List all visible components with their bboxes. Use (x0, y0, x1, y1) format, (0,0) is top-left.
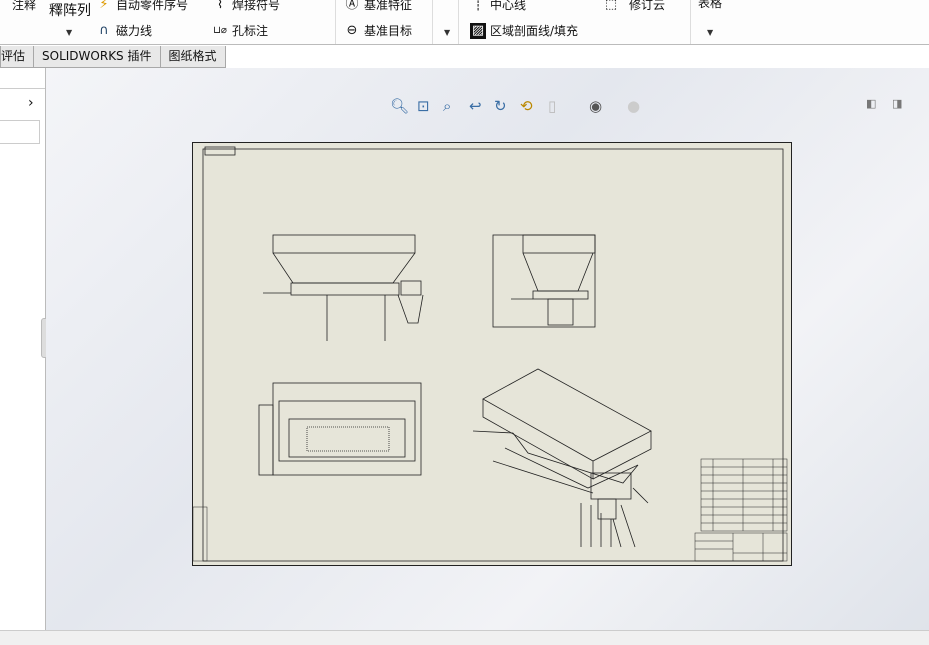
next-sheet-icon[interactable]: ◨ (892, 97, 902, 110)
hole-icon: ⊔⌀ (213, 24, 227, 36)
tables-dropdown[interactable]: ▼ (707, 28, 713, 37)
appearance-icon[interactable]: ● (627, 97, 640, 115)
top-view (258, 382, 422, 476)
display-style-icon[interactable]: ▯ (548, 97, 556, 115)
front-view (263, 234, 424, 341)
weld-symbol-button[interactable]: ⌇ 焊接符号 (212, 0, 280, 13)
sheet-border (202, 148, 784, 562)
datum-target-button[interactable]: ⊖ 基准目标 (344, 22, 412, 39)
tab-evaluate[interactable]: 评估 (0, 46, 35, 68)
area-hatch-button[interactable]: ▨ 区域剖面线/填充 (470, 22, 578, 39)
hole-callout-button[interactable]: ⊔⌀ 孔标注 (212, 22, 268, 39)
weld-icon: ⌇ (216, 0, 224, 12)
tables-button[interactable]: 表格 (698, 0, 722, 11)
area-hatch-label: 区域剖面线/填充 (490, 24, 579, 38)
previous-view-icon[interactable]: ↩ (469, 97, 482, 115)
filter-input[interactable] (0, 120, 40, 144)
magnet-icon: ∩ (99, 22, 109, 38)
drawing-number-box (204, 146, 236, 156)
ribbon: 注释 釋阵列 ▼ ⚡ 自动零件序号 ∩ 磁力线 ⌇ 焊接符号 ⊔⌀ 孔标注 Ⓐ 基准特征 … (0, 0, 929, 45)
datum-feature-label: 基准特征 (364, 0, 413, 12)
redraw-icon[interactable]: ↻ (494, 97, 507, 115)
zoom-in-out-icon[interactable]: ⌕ (443, 97, 451, 115)
tables-label: 表格 (698, 0, 723, 10)
tab-solidworks-addins[interactable]: SOLIDWORKS 插件 (33, 46, 161, 68)
drawing-views (192, 146, 788, 562)
side-view (492, 234, 596, 328)
annotation-label: 注释 (12, 0, 37, 12)
center-line-button[interactable]: ┊ 中心线 (470, 0, 526, 13)
command-tabs: 评估 SOLIDWORKS 插件 图纸格式 (0, 46, 226, 68)
bom-table (700, 458, 788, 532)
prev-sheet-icon[interactable]: ◧ (866, 97, 876, 110)
hatch-icon: ▨ (470, 22, 486, 39)
annotation-tab-button[interactable]: 注释 (12, 0, 36, 13)
datum-target-label: 基准目标 (364, 24, 413, 38)
tab-sheet-format[interactable]: 图纸格式 (159, 46, 226, 68)
pattern-button[interactable]: 釋阵列 (49, 0, 91, 20)
cloud-icon: ⬚ (604, 0, 618, 12)
zoom-to-area-icon[interactable]: ⊡ (417, 97, 430, 115)
weld-label: 焊接符号 (232, 0, 281, 12)
isometric-view (472, 368, 652, 548)
center-line-icon: ┊ (474, 0, 482, 12)
pattern-label: 釋阵列 (49, 3, 91, 19)
center-line-label: 中心线 (490, 0, 527, 12)
revision-cloud-label: 修订云 (629, 0, 666, 12)
magnet-line-label: 磁力线 (116, 24, 153, 38)
pattern-dropdown[interactable]: ▼ (66, 28, 72, 37)
status-bar (0, 630, 929, 645)
auto-balloon-button[interactable]: ⚡ 自动零件序号 (96, 0, 188, 13)
balloon-icon: ⚡ (99, 0, 109, 12)
rotate-icon[interactable]: ⟲ (520, 97, 533, 115)
drawing-sheet[interactable] (192, 142, 792, 566)
zoom-to-fit-icon[interactable]: 🔍︎ (390, 97, 409, 115)
datum-feature-icon: Ⓐ (345, 0, 359, 12)
auto-balloon-label: 自动零件序号 (116, 0, 189, 12)
hide-show-icon[interactable]: ◉ (589, 97, 602, 115)
feature-manager-panel: › (0, 68, 51, 630)
revision-block (192, 506, 208, 562)
title-block (694, 532, 788, 562)
more-dropdown[interactable]: ▼ (444, 28, 450, 37)
datum-feature-button[interactable]: Ⓐ 基准特征 (344, 0, 412, 13)
magnet-line-button[interactable]: ∩ 磁力线 (96, 22, 152, 39)
datum-target-icon: ⊖ (346, 22, 358, 38)
expand-chevron-icon[interactable]: › (28, 95, 34, 111)
hole-callout-label: 孔标注 (232, 24, 269, 38)
revision-cloud-button[interactable]: ⬚ 修订云 (603, 0, 665, 13)
